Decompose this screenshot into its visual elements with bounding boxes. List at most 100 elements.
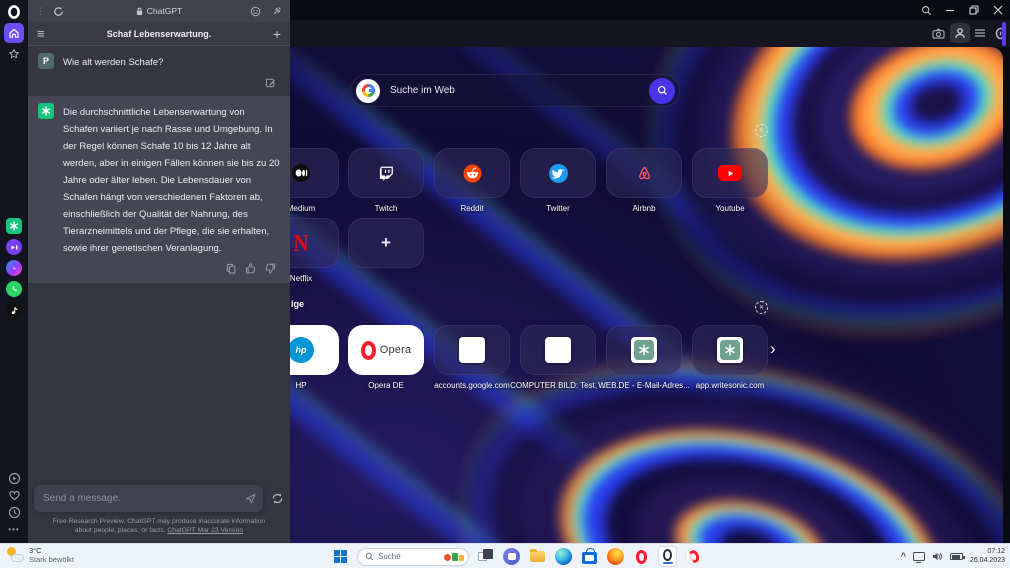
tray-expand-button[interactable]: ^ — [901, 551, 906, 561]
send-icon[interactable] — [245, 493, 256, 504]
weather-temperature: 3°C — [29, 546, 42, 555]
easy-setup-button[interactable] — [990, 23, 1010, 43]
sidebar-item-messenger[interactable] — [4, 258, 24, 278]
snapshot-button[interactable] — [928, 23, 948, 43]
edge-button[interactable] — [554, 547, 573, 566]
assistant-message-text: Die durchschnittliche Lebenserwartung vo… — [63, 107, 280, 254]
battery-icon[interactable] — [949, 553, 965, 560]
taskbar-clock[interactable]: 07:12 26.04.2023 — [970, 548, 1005, 565]
speed-dial-twitch[interactable]: Twitch — [348, 148, 424, 213]
chatgpt-disclaimer: Free Research Preview. ChatGPT may produ… — [34, 512, 284, 543]
opera-de-icon — [360, 340, 376, 360]
network-icon[interactable] — [912, 552, 925, 563]
sidebar-item-whatsapp[interactable] — [4, 279, 24, 299]
browser-main-area: ✕ ✕ Medium Twitch Reddit — [290, 0, 1010, 543]
opera-active-icon — [658, 546, 677, 567]
chatgpt-thumbnail-icon — [717, 337, 743, 363]
speed-dial-google-accounts[interactable]: accounts.google.com — [434, 325, 510, 390]
opera-sidebar: ••• — [0, 0, 28, 543]
clock-date: 26.04.2023 — [969, 556, 1005, 564]
edit-message-button[interactable] — [265, 77, 276, 88]
sidebar-more-button[interactable]: ••• — [4, 519, 24, 539]
chat-empty-area — [28, 283, 290, 481]
tiles-scroll-right-button[interactable]: › — [770, 340, 776, 357]
firefox-button[interactable] — [606, 547, 625, 566]
weather-condition: Stark bewölkt — [29, 555, 75, 564]
chat-header: ≡ Schaf Lebenserwartung. + — [28, 22, 290, 46]
lock-icon — [136, 7, 142, 15]
chatgpt-icon — [6, 218, 22, 234]
speed-dial-twitter[interactable]: Twitter — [520, 148, 596, 213]
whatsapp-icon — [6, 281, 22, 297]
maximize-button[interactable] — [964, 2, 984, 18]
sidebar-item-speed-dial[interactable] — [4, 23, 24, 43]
taskbar-search-box[interactable] — [357, 547, 469, 566]
sidebar-item-chatsonic[interactable] — [4, 237, 24, 257]
teams-chat-icon — [503, 548, 520, 565]
file-explorer-button[interactable] — [528, 547, 547, 566]
web-search-input[interactable] — [380, 85, 649, 96]
taskbar-weather-widget[interactable]: 3°C Stark bewölkt — [6, 546, 74, 564]
volume-icon[interactable] — [932, 551, 943, 562]
youtube-icon — [718, 165, 742, 181]
chat-title: Schaf Lebenserwartung. — [106, 28, 212, 39]
web-search-bar — [350, 74, 680, 107]
add-speed-dial-tile[interactable]: + — [348, 218, 424, 268]
netflix-icon: N — [293, 228, 309, 257]
opera-beta-button[interactable] — [684, 547, 703, 566]
speed-dial-youtube[interactable]: Youtube — [692, 148, 768, 213]
bookmarks-list-button[interactable] — [970, 23, 990, 43]
chatgpt-thumbnail-icon — [631, 337, 657, 363]
folder-icon — [530, 549, 545, 562]
speed-dial-opera-de[interactable]: Opera Opera DE — [348, 325, 424, 390]
speed-dial-computerbild[interactable]: COMPUTER BILD: Test, ... — [510, 325, 606, 390]
dial-label: Netflix — [290, 274, 313, 283]
wallpaper-emblem: ✕ — [755, 301, 768, 314]
page-scrollbar[interactable] — [1002, 22, 1006, 46]
medium-icon — [291, 163, 311, 183]
thumbs-down-button[interactable] — [265, 263, 276, 274]
opera-active-button[interactable] — [658, 546, 677, 567]
weather-icon — [6, 547, 24, 563]
new-chat-button[interactable]: + — [273, 27, 281, 41]
dial-label: app.writesonic.com — [695, 381, 765, 390]
tiktok-icon — [6, 302, 22, 318]
minimize-button[interactable] — [940, 2, 960, 18]
microsoft-store-button[interactable] — [580, 547, 599, 566]
user-avatar: P — [38, 53, 54, 69]
speed-dial-reddit[interactable]: Reddit — [434, 148, 510, 213]
start-button[interactable] — [331, 547, 350, 566]
system-tray: ^ 07:12 26.04.2023 — [901, 544, 1005, 568]
search-icon — [365, 552, 374, 561]
speed-dial-writesonic[interactable]: app.writesonic.com — [692, 325, 768, 390]
speed-dial-netflix[interactable]: N Netflix — [290, 218, 339, 283]
chatgpt-version-link[interactable]: ChatGPT Mar 23 Version — [167, 527, 243, 534]
copy-message-button[interactable] — [226, 263, 236, 274]
close-button[interactable] — [988, 2, 1008, 18]
regenerate-button[interactable] — [271, 492, 284, 505]
windows-taskbar: 3°C Stark bewölkt Suche ^ 07:12 26.04.20… — [0, 543, 1010, 568]
task-view-button[interactable] — [476, 547, 495, 566]
speed-dial-airbnb[interactable]: Airbnb — [606, 148, 682, 213]
opera-taskbar-button[interactable] — [632, 547, 651, 566]
firefox-icon — [607, 548, 624, 565]
sidebar-item-chatgpt[interactable] — [4, 216, 24, 236]
message-input[interactable] — [34, 493, 263, 504]
window-search-button[interactable] — [916, 2, 936, 18]
panel-pin-button[interactable] — [271, 6, 282, 17]
taskbar-search-input[interactable] — [378, 552, 440, 561]
speed-dial-webde[interactable]: WEB.DE - E-Mail-Adres... — [598, 325, 690, 390]
airbnb-icon — [635, 164, 654, 183]
panel-drag-handle-icon[interactable]: ⋮ — [36, 6, 45, 17]
panel-reload-button[interactable] — [53, 6, 64, 17]
assistant-message: Die durchschnittliche Lebenserwartung vo… — [28, 96, 290, 283]
sidebar-item-bookmarks[interactable] — [4, 44, 24, 64]
profile-button[interactable] — [950, 23, 970, 43]
teams-chat-button[interactable] — [502, 547, 521, 566]
thumbs-up-button[interactable] — [245, 263, 256, 274]
panel-emoji-button[interactable] — [250, 6, 261, 17]
chatgpt-avatar-icon — [38, 103, 54, 119]
sidebar-item-tiktok[interactable] — [4, 300, 24, 320]
opera-menu-button[interactable] — [4, 2, 24, 22]
search-submit-button[interactable] — [649, 77, 675, 104]
